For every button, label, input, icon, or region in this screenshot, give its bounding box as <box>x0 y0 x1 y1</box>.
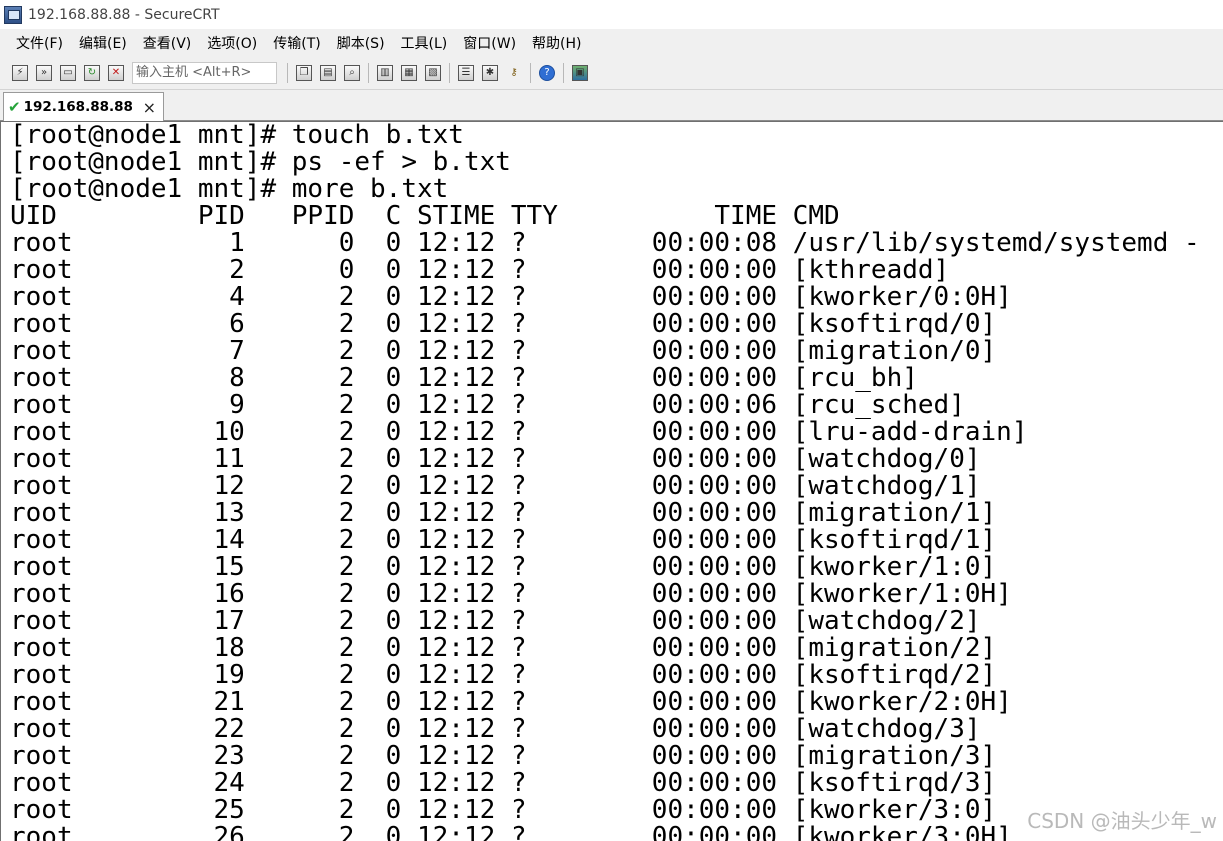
toolbar-separator <box>287 62 288 83</box>
menu-options[interactable]: 选项(O) <box>199 33 265 53</box>
session-tab-strip: ✔ 192.168.88.88 × <box>0 90 1223 121</box>
copy-icon[interactable]: ❐ <box>294 63 314 83</box>
menu-transfer[interactable]: 传输(T) <box>265 33 328 53</box>
global-options-icon[interactable]: ✱ <box>480 63 500 83</box>
terminal-line: root 16 2 0 12:12 ? 00:00:00 [kworker/1:… <box>10 579 1012 609</box>
close-tab-icon[interactable]: × <box>143 98 156 117</box>
title-bar: 192.168.88.88 - SecureCRT <box>0 0 1223 29</box>
connect-tab-icon[interactable]: ▭ <box>58 63 78 83</box>
terminal-line: root 4 2 0 12:12 ? 00:00:00 [kworker/0:0… <box>10 282 1012 312</box>
terminal-line: root 24 2 0 12:12 ? 00:00:00 [ksoftirqd/… <box>10 768 997 798</box>
quick-connect-icon[interactable]: » <box>34 63 54 83</box>
terminal-line: root 22 2 0 12:12 ? 00:00:00 [watchdog/3… <box>10 714 981 744</box>
toolbar-separator <box>563 62 564 83</box>
terminal-line: root 9 2 0 12:12 ? 00:00:06 [rcu_sched] <box>10 390 965 420</box>
window-title: 192.168.88.88 - SecureCRT <box>28 6 220 23</box>
session-tab-label: 192.168.88.88 <box>23 99 133 115</box>
toolbar-separator <box>449 62 450 83</box>
toolbar-separator <box>530 62 531 83</box>
menu-view[interactable]: 查看(V) <box>135 33 200 53</box>
terminal-line: root 25 2 0 12:12 ? 00:00:00 [kworker/3:… <box>10 795 997 825</box>
menu-file[interactable]: 文件(F) <box>8 33 71 53</box>
csdn-watermark: CSDN @油头少年_w <box>1027 809 1217 833</box>
terminal-line: root 18 2 0 12:12 ? 00:00:00 [migration/… <box>10 633 997 663</box>
terminal-line: root 8 2 0 12:12 ? 00:00:00 [rcu_bh] <box>10 363 918 393</box>
terminal-area[interactable]: [root@node1 mnt]# touch b.txt [root@node1… <box>0 121 1223 841</box>
reconnect-icon[interactable]: ↻ <box>82 63 102 83</box>
terminal-line: root 7 2 0 12:12 ? 00:00:00 [migration/0… <box>10 336 997 366</box>
terminal-line: root 21 2 0 12:12 ? 00:00:00 [kworker/2:… <box>10 687 1012 717</box>
print-selection-icon[interactable]: ▦ <box>399 63 419 83</box>
terminal-line: root 14 2 0 12:12 ? 00:00:00 [ksoftirqd/… <box>10 525 997 555</box>
menu-tools[interactable]: 工具(L) <box>393 33 456 53</box>
find-icon[interactable]: ⌕ <box>342 63 362 83</box>
help-icon[interactable]: ? <box>537 63 557 83</box>
menu-edit[interactable]: 编辑(E) <box>71 33 135 53</box>
terminal-line: [root@node1 mnt]# touch b.txt <box>10 121 464 150</box>
terminal-line: root 15 2 0 12:12 ? 00:00:00 [kworker/1:… <box>10 552 997 582</box>
terminal-line: [root@node1 mnt]# more b.txt <box>10 174 449 204</box>
session-options-icon[interactable]: ☰ <box>456 63 476 83</box>
terminal-line: root 11 2 0 12:12 ? 00:00:00 [watchdog/0… <box>10 444 981 474</box>
terminal-line: root 19 2 0 12:12 ? 00:00:00 [ksoftirqd/… <box>10 660 997 690</box>
menu-help[interactable]: 帮助(H) <box>524 33 589 53</box>
disconnect-icon[interactable]: ✕ <box>106 63 126 83</box>
terminal-line: root 13 2 0 12:12 ? 00:00:00 [migration/… <box>10 498 997 528</box>
connected-check-icon: ✔ <box>8 98 21 116</box>
toolbar: ⚡ » ▭ ↻ ✕ ❐ ▤ ⌕ ▥ ▦ ▧ ☰ ✱ ⚷ ? ▣ <box>0 56 1223 90</box>
terminal-line: root 23 2 0 12:12 ? 00:00:00 [migration/… <box>10 741 997 771</box>
terminal-line: [root@node1 mnt]# ps -ef > b.txt <box>10 147 511 177</box>
terminal-line: root 1 0 0 12:12 ? 00:00:08 /usr/lib/sys… <box>10 228 1200 258</box>
host-input[interactable] <box>132 61 277 84</box>
print-setup-icon[interactable]: ▧ <box>423 63 443 83</box>
terminal-line: root 10 2 0 12:12 ? 00:00:00 [lru-add-dr… <box>10 417 1028 447</box>
session-tab[interactable]: ✔ 192.168.88.88 × <box>3 92 164 121</box>
connect-icon[interactable]: ⚡ <box>10 63 30 83</box>
menu-window[interactable]: 窗口(W) <box>455 33 524 53</box>
sftp-icon[interactable]: ▣ <box>570 63 590 83</box>
terminal-line: root 2 0 0 12:12 ? 00:00:00 [kthreadd] <box>10 255 950 285</box>
paste-icon[interactable]: ▤ <box>318 63 338 83</box>
securecrt-app-icon[interactable] <box>4 5 22 24</box>
keymap-icon[interactable]: ⚷ <box>504 63 524 83</box>
toolbar-separator <box>368 62 369 83</box>
menu-script[interactable]: 脚本(S) <box>329 33 393 53</box>
print-icon[interactable]: ▥ <box>375 63 395 83</box>
menu-bar: 文件(F) 编辑(E) 查看(V) 选项(O) 传输(T) 脚本(S) 工具(L… <box>0 29 1223 56</box>
terminal-line: root 12 2 0 12:12 ? 00:00:00 [watchdog/1… <box>10 471 981 501</box>
terminal-line: root 17 2 0 12:12 ? 00:00:00 [watchdog/2… <box>10 606 981 636</box>
terminal-output: [root@node1 mnt]# touch b.txt [root@node1… <box>10 122 1200 841</box>
terminal-line: root 26 2 0 12:12 ? 00:00:00 [kworker/3:… <box>10 822 1012 841</box>
terminal-line: root 6 2 0 12:12 ? 00:00:00 [ksoftirqd/0… <box>10 309 997 339</box>
terminal-line: UID PID PPID C STIME TTY TIME CMD <box>10 201 840 231</box>
